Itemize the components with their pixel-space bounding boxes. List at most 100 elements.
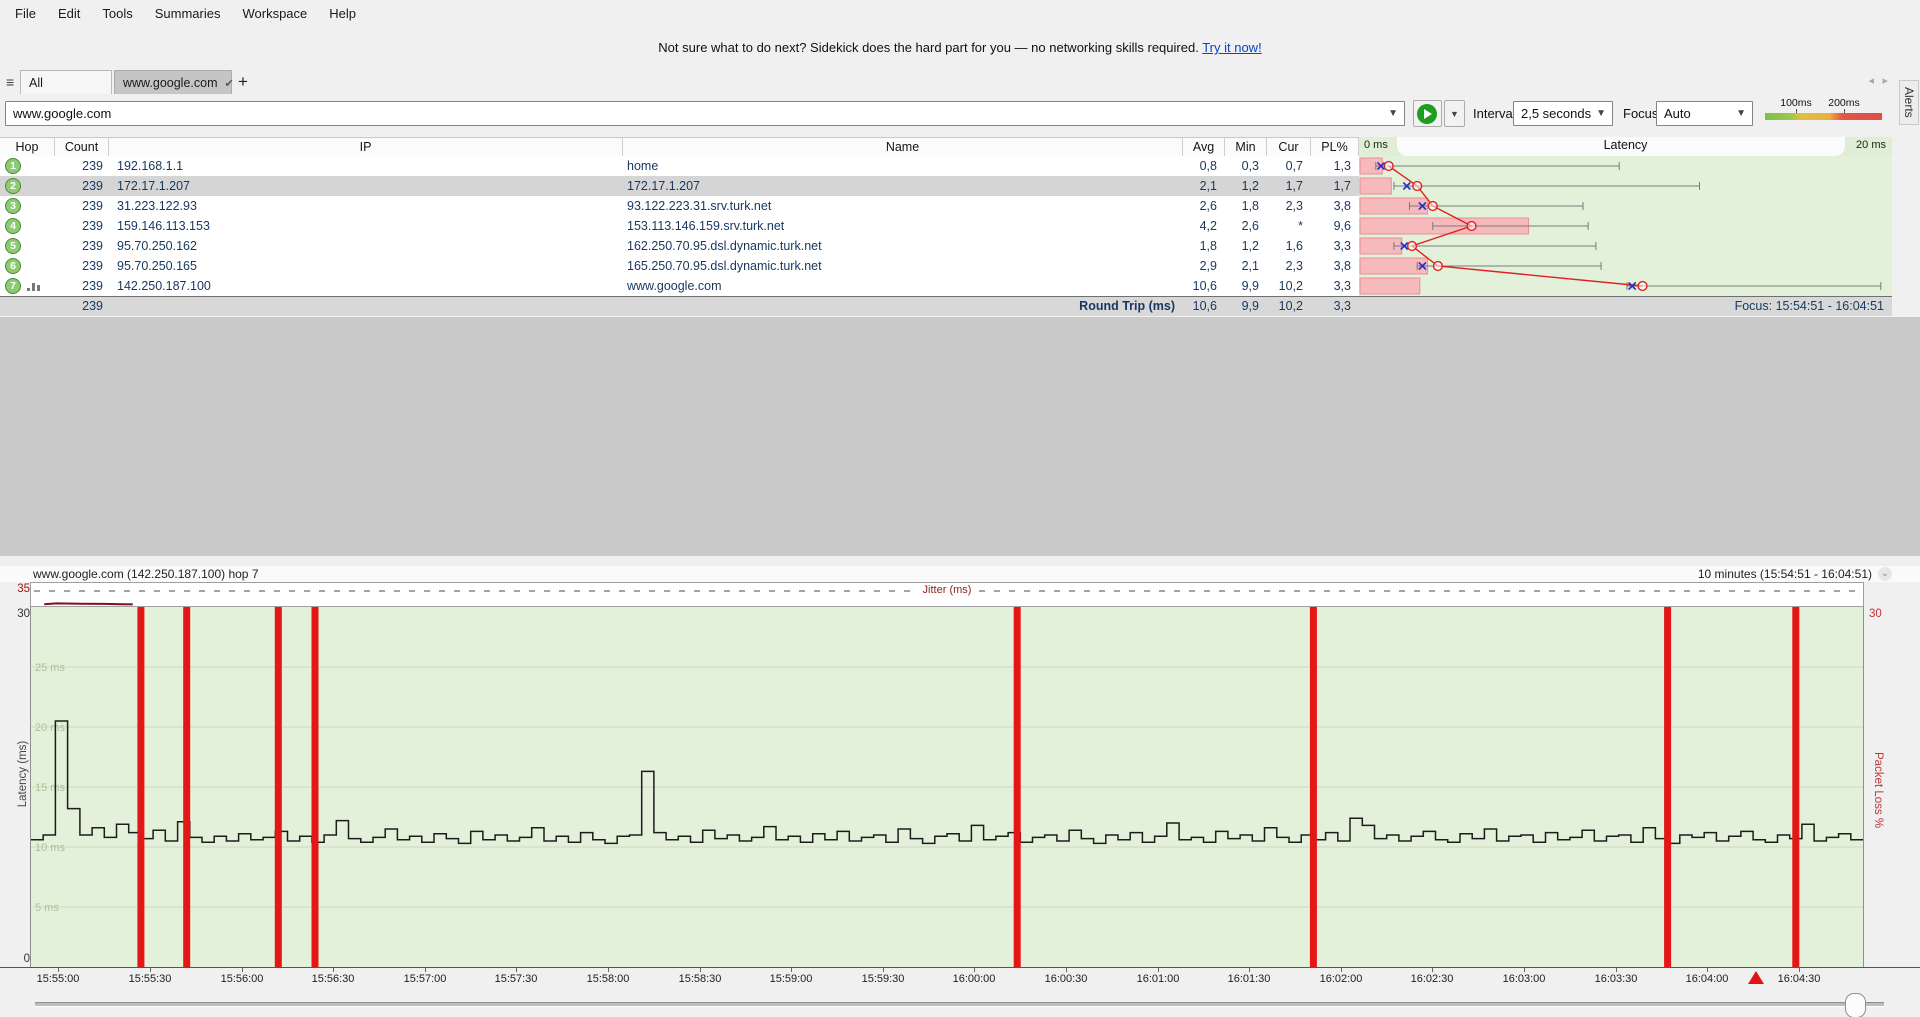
- menu-item-file[interactable]: File: [4, 1, 47, 26]
- cell-count: 239: [82, 199, 103, 213]
- table-header-hop[interactable]: Hop: [0, 138, 55, 157]
- trace-options-dropdown[interactable]: ▼: [1444, 100, 1465, 127]
- tab-scroll-right-icon[interactable]: ▸: [1882, 74, 1888, 87]
- tab-list-icon[interactable]: ≡: [6, 74, 14, 90]
- latency-axis-label: Latency (ms): [17, 740, 29, 808]
- time-tick-label: 16:03:00: [1502, 973, 1546, 985]
- cell-pl: 1,7: [1333, 179, 1351, 193]
- cell-avg: 1,8: [1199, 239, 1217, 253]
- legend-tick-200: [1844, 109, 1845, 113]
- time-tick-label: 15:59:30: [861, 973, 905, 985]
- current-time-marker: [1748, 971, 1764, 984]
- timeline-plot[interactable]: 25 ms 20 ms 15 ms 10 ms 5 ms: [30, 607, 1864, 967]
- latency-graph-cell: [1359, 276, 1892, 296]
- latency-graph-cell: [1359, 236, 1892, 256]
- tab-scroll-left-icon[interactable]: ◂: [1868, 74, 1874, 87]
- target-input[interactable]: www.google.com ▼: [5, 101, 1405, 126]
- cell-cur: 2,3: [1285, 199, 1303, 213]
- cell-min: 1,2: [1241, 239, 1259, 253]
- scrollbar-thumb[interactable]: [1845, 993, 1866, 1017]
- menu-item-help[interactable]: Help: [318, 1, 367, 26]
- menu-item-workspace[interactable]: Workspace: [231, 1, 318, 26]
- cell-count: 239: [82, 279, 103, 293]
- time-tick-label: 16:01:00: [1136, 973, 1180, 985]
- latency-graph-cell: [1359, 156, 1892, 176]
- try-it-now-link[interactable]: Try it now!: [1202, 40, 1261, 55]
- cell-min: 2,1: [1241, 259, 1259, 273]
- time-tick-label: 15:55:00: [36, 973, 80, 985]
- alerts-side-tab[interactable]: Alerts: [1899, 80, 1919, 125]
- hop-row-3[interactable]: 3 239 31.223.122.93 93.122.223.31.srv.turk.…: [0, 196, 1892, 216]
- cell-name: www.google.com: [627, 279, 722, 293]
- table-header-count[interactable]: Count: [55, 138, 109, 157]
- time-tick-label: 16:03:30: [1594, 973, 1638, 985]
- tab-all-targets[interactable]: All Targets✖: [20, 70, 112, 114]
- latency-column-header[interactable]: 0 ms 20 ms Latency: [1359, 137, 1892, 156]
- table-header-ip[interactable]: IP: [109, 138, 623, 157]
- timeline-title: www.google.com (142.250.187.100) hop 7: [33, 567, 259, 581]
- menu-item-summaries[interactable]: Summaries: [144, 1, 232, 26]
- cell-avg: 4,2: [1199, 219, 1217, 233]
- chevron-down-icon[interactable]: ⌄: [1878, 567, 1892, 581]
- menu-item-tools[interactable]: Tools: [91, 1, 143, 26]
- tab-www-google-com[interactable]: www.google.com ✔: [114, 70, 234, 94]
- hop-row-6[interactable]: 6 239 95.70.250.165 165.250.70.95.dsl.dynam…: [0, 256, 1892, 276]
- menu-item-edit[interactable]: Edit: [47, 1, 91, 26]
- hop-row-2[interactable]: 2 239 172.17.1.207 172.17.1.207 2,1 1,2 1,7 1,7: [0, 176, 1892, 196]
- focus-select[interactable]: Auto ▼: [1656, 101, 1753, 126]
- hop-row-7[interactable]: 7 239 142.250.187.100 www.google.com 10,6 9,9…: [0, 276, 1892, 296]
- jitter-scale-max: 35: [17, 583, 30, 595]
- hop-row-4[interactable]: 4 239 159.146.113.153 153.113.146.159.srv.t…: [0, 216, 1892, 236]
- hop-row-5[interactable]: 5 239 95.70.250.162 162.250.70.95.dsl.dynam…: [0, 236, 1892, 256]
- time-tick-label: 15:56:00: [220, 973, 264, 985]
- cell-min: 9,9: [1241, 279, 1259, 293]
- round-trip-label: Round Trip (ms): [1079, 299, 1175, 313]
- time-tick-mark: [700, 968, 701, 972]
- time-tick-label: 15:58:00: [586, 973, 630, 985]
- time-tick-mark: [608, 968, 609, 972]
- new-tab-button[interactable]: +: [238, 72, 248, 92]
- start-trace-button[interactable]: [1413, 100, 1442, 127]
- timeline-title-bar: [0, 566, 1920, 582]
- hop-row-1[interactable]: 1 239 192.168.1.1 home 0,8 0,3 0,7 1,3: [0, 156, 1892, 176]
- cell-avg: 2,1: [1199, 179, 1217, 193]
- legend-tick-100: [1796, 109, 1797, 113]
- cell-ip: 95.70.250.165: [117, 259, 197, 273]
- svg-text:25 ms: 25 ms: [35, 662, 65, 674]
- empty-area: [0, 317, 1920, 556]
- cell-cur: 0,7: [1285, 159, 1303, 173]
- time-tick-label: 16:04:30: [1777, 973, 1821, 985]
- jitter-label: Jitter (ms): [31, 584, 1863, 596]
- cell-name: 93.122.223.31.srv.turk.net: [627, 199, 772, 213]
- cell-avg: 2,9: [1199, 259, 1217, 273]
- table-header-min[interactable]: Min: [1225, 138, 1267, 157]
- interval-select[interactable]: 2,5 seconds ▼: [1513, 101, 1613, 126]
- cell-pl: 3,3: [1333, 239, 1351, 253]
- cell-name: 165.250.70.95.dsl.dynamic.turk.net: [627, 259, 822, 273]
- menu-bar: File Edit Tools Summaries Workspace Help: [0, 0, 1920, 27]
- cell-avg: 2,6: [1199, 199, 1217, 213]
- cell-ip: 172.17.1.207: [117, 179, 190, 193]
- cell-cur: 10,2: [1278, 279, 1303, 293]
- table-header-avg[interactable]: Avg: [1183, 138, 1225, 157]
- mini-graph-icon[interactable]: [27, 282, 41, 291]
- cell-count: 239: [82, 179, 103, 193]
- chevron-down-icon[interactable]: ▼: [1388, 102, 1398, 125]
- jitter-strip: Jitter (ms): [30, 582, 1864, 607]
- round-trip-min: 9,9: [1241, 299, 1259, 313]
- cell-ip: 159.146.113.153: [117, 219, 210, 233]
- time-tick-mark: [1707, 968, 1708, 972]
- cell-min: 1,8: [1241, 199, 1259, 213]
- panel-splitter[interactable]: [0, 556, 1920, 571]
- chevron-down-icon: ▼: [1736, 108, 1746, 119]
- timeline-range-selector[interactable]: 10 minutes (15:54:51 - 16:04:51): [1698, 567, 1872, 581]
- hop-badge: 2: [5, 178, 21, 194]
- time-tick-mark: [1249, 968, 1250, 972]
- sidekick-notice-text: Not sure what to do next? Sidekick does …: [658, 40, 1199, 55]
- scrollbar-track[interactable]: [35, 1002, 1884, 1007]
- round-trip-avg: 10,6: [1192, 299, 1217, 313]
- table-header-cur[interactable]: Cur: [1267, 138, 1311, 157]
- time-axis: 15:55:00 15:55:30 15:56:00 15:56:30 15:57:00…: [0, 967, 1920, 993]
- table-header-name[interactable]: Name: [623, 138, 1183, 157]
- table-header-pl[interactable]: PL%: [1311, 138, 1359, 157]
